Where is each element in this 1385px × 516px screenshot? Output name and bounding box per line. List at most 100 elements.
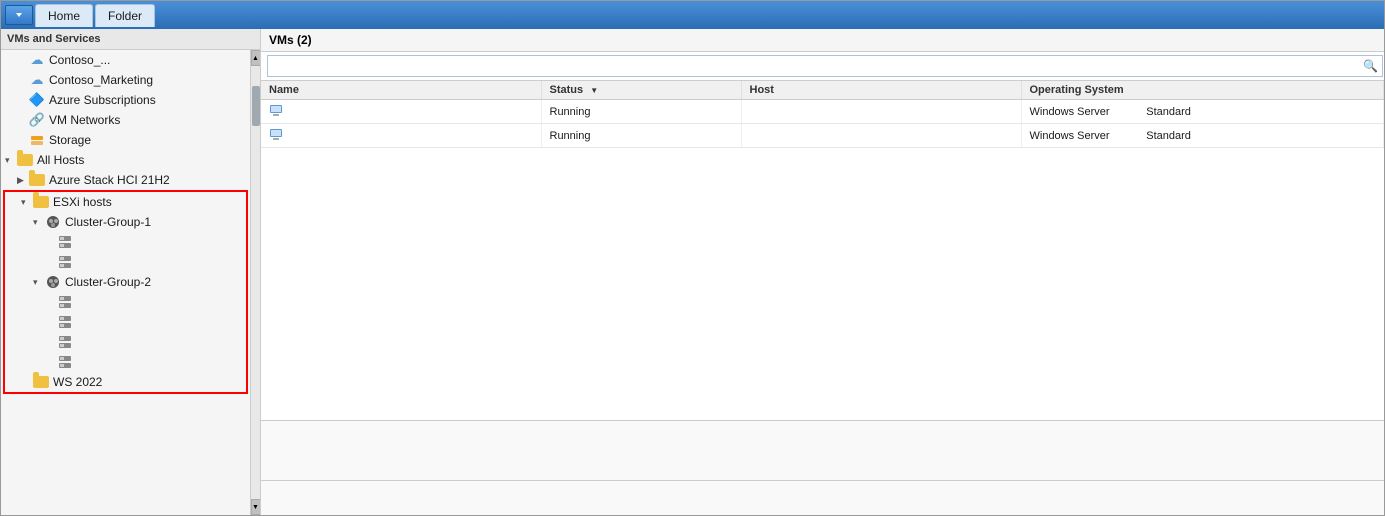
- cluster-icon: [45, 214, 61, 230]
- search-bar: 🔍: [261, 52, 1384, 81]
- main-area: VMs and Services ☁ Contoso_... ☁ Contoso…: [1, 29, 1384, 515]
- no-arrow: [45, 357, 55, 367]
- app-window: Home Folder VMs and Services ☁ Contoso_.…: [0, 0, 1385, 516]
- scroll-track: [252, 66, 260, 499]
- sort-arrow-icon: ▼: [590, 86, 598, 95]
- server-icon: [57, 254, 73, 270]
- vm-table-area: Name Status ▼ Host Operating System: [261, 81, 1384, 420]
- vm-status-cell: Running: [541, 100, 741, 124]
- sidebar-item-cluster-group-1[interactable]: ▾ Cluster-Group-1: [5, 212, 246, 232]
- vm-icon: [269, 108, 283, 120]
- folder-icon: [17, 152, 33, 168]
- sidebar-scroll[interactable]: ☁ Contoso_... ☁ Contoso_Marketing 🔷 Azur…: [1, 50, 250, 515]
- azure-icon: 🔷: [29, 92, 45, 108]
- sidebar-label: Storage: [49, 133, 91, 147]
- bottom-panel-2: [261, 480, 1384, 515]
- sidebar-label: WS 2022: [53, 375, 102, 389]
- no-arrow: [17, 75, 27, 85]
- dropdown-button[interactable]: [5, 5, 33, 25]
- server-icon: [57, 354, 73, 370]
- table-row[interactable]: Running Windows Server Standard: [261, 124, 1384, 148]
- folder-icon: [29, 172, 45, 188]
- sidebar-item-cg1-server1[interactable]: [5, 232, 246, 252]
- sidebar-item-cluster-group-2[interactable]: ▾ Cluster-Group-2: [5, 272, 246, 292]
- cloud-icon: ☁: [29, 52, 45, 68]
- sidebar-label: Azure Subscriptions: [49, 93, 156, 107]
- tab-folder[interactable]: Folder: [95, 4, 155, 27]
- sidebar-label: Contoso_...: [49, 53, 110, 67]
- storage-icon: [29, 132, 45, 148]
- content-area: VMs (2) 🔍 Name Status: [261, 29, 1384, 515]
- bottom-panel-1: [261, 420, 1384, 480]
- sidebar-item-vm-networks[interactable]: 🔗 VM Networks: [1, 110, 250, 130]
- sidebar-item-storage[interactable]: Storage: [1, 130, 250, 150]
- sidebar-header: VMs and Services: [1, 29, 260, 50]
- expand-arrow-icon: ▾: [33, 217, 43, 227]
- search-input[interactable]: [267, 55, 1383, 77]
- vm-name-cell: [261, 124, 541, 148]
- sidebar-label: Azure Stack HCI 21H2: [49, 173, 170, 187]
- cluster-icon: [45, 274, 61, 290]
- sidebar-item-cg1-server2[interactable]: [5, 252, 246, 272]
- server-icon: [57, 234, 73, 250]
- col-header-name[interactable]: Name: [261, 81, 541, 100]
- table-row[interactable]: Running Windows Server Standard: [261, 100, 1384, 124]
- scroll-thumb[interactable]: [252, 86, 260, 126]
- sidebar-label: ESXi hosts: [53, 195, 112, 209]
- col-header-os[interactable]: Operating System: [1021, 81, 1384, 100]
- sidebar-item-ws2022[interactable]: WS 2022: [5, 372, 246, 392]
- expand-arrow-icon: ▶: [17, 175, 27, 185]
- no-arrow: [45, 337, 55, 347]
- sidebar-item-cg2-server4[interactable]: [5, 352, 246, 372]
- sidebar-item-cg2-server3[interactable]: [5, 332, 246, 352]
- vm-host-cell: [741, 100, 1021, 124]
- no-arrow: [21, 377, 31, 387]
- server-icon: [57, 314, 73, 330]
- vm-table: Name Status ▼ Host Operating System: [261, 81, 1384, 148]
- esxi-highlight-box: ▾ ESXi hosts ▾ Cluster-G: [3, 190, 248, 394]
- no-arrow: [17, 135, 27, 145]
- tab-home[interactable]: Home: [35, 4, 93, 27]
- sidebar-with-scroll: ☁ Contoso_... ☁ Contoso_Marketing 🔷 Azur…: [1, 50, 260, 515]
- sidebar-item-azure-subscriptions[interactable]: 🔷 Azure Subscriptions: [1, 90, 250, 110]
- no-arrow: [17, 95, 27, 105]
- title-bar: Home Folder: [1, 1, 1384, 29]
- sidebar-label: All Hosts: [37, 153, 84, 167]
- expand-arrow-icon: ▾: [21, 197, 31, 207]
- cloud-icon: ☁: [29, 72, 45, 88]
- no-arrow: [17, 115, 27, 125]
- sidebar-item-contoso-marketing[interactable]: ☁ Contoso_Marketing: [1, 70, 250, 90]
- sidebar-item-esxi-hosts[interactable]: ▾ ESXi hosts: [5, 192, 246, 212]
- sidebar-item-all-hosts[interactable]: ▾ All Hosts: [1, 150, 250, 170]
- sidebar-item-contoso[interactable]: ☁ Contoso_...: [1, 50, 250, 70]
- expand-arrow-icon: ▾: [5, 155, 15, 165]
- scroll-up-button[interactable]: ▲: [251, 50, 261, 66]
- expand-arrow-icon: ▾: [33, 277, 43, 287]
- vm-icon: [269, 132, 283, 144]
- table-header-row: Name Status ▼ Host Operating System: [261, 81, 1384, 100]
- sidebar-item-cg2-server1[interactable]: [5, 292, 246, 312]
- sidebar-scrollbar[interactable]: ▲ ▼: [250, 50, 260, 515]
- vm-os-cell: Windows Server Standard: [1021, 100, 1384, 124]
- col-header-host[interactable]: Host: [741, 81, 1021, 100]
- no-arrow: [45, 317, 55, 327]
- no-arrow: [17, 55, 27, 65]
- sidebar-label: Cluster-Group-2: [65, 275, 151, 289]
- sidebar-label: VM Networks: [49, 113, 120, 127]
- sidebar-item-cg2-server2[interactable]: [5, 312, 246, 332]
- search-button[interactable]: 🔍: [1363, 59, 1378, 73]
- vm-host-cell: [741, 124, 1021, 148]
- vm-name-cell: [261, 100, 541, 124]
- network-icon: 🔗: [29, 112, 45, 128]
- server-icon: [57, 294, 73, 310]
- sidebar-label: Contoso_Marketing: [49, 73, 153, 87]
- col-header-status[interactable]: Status ▼: [541, 81, 741, 100]
- vm-os-cell: Windows Server Standard: [1021, 124, 1384, 148]
- scroll-down-button[interactable]: ▼: [251, 499, 261, 515]
- no-arrow: [45, 297, 55, 307]
- sidebar: VMs and Services ☁ Contoso_... ☁ Contoso…: [1, 29, 261, 515]
- sidebar-item-azure-stack[interactable]: ▶ Azure Stack HCI 21H2: [1, 170, 250, 190]
- server-icon: [57, 334, 73, 350]
- vm-status-cell: Running: [541, 124, 741, 148]
- no-arrow: [45, 257, 55, 267]
